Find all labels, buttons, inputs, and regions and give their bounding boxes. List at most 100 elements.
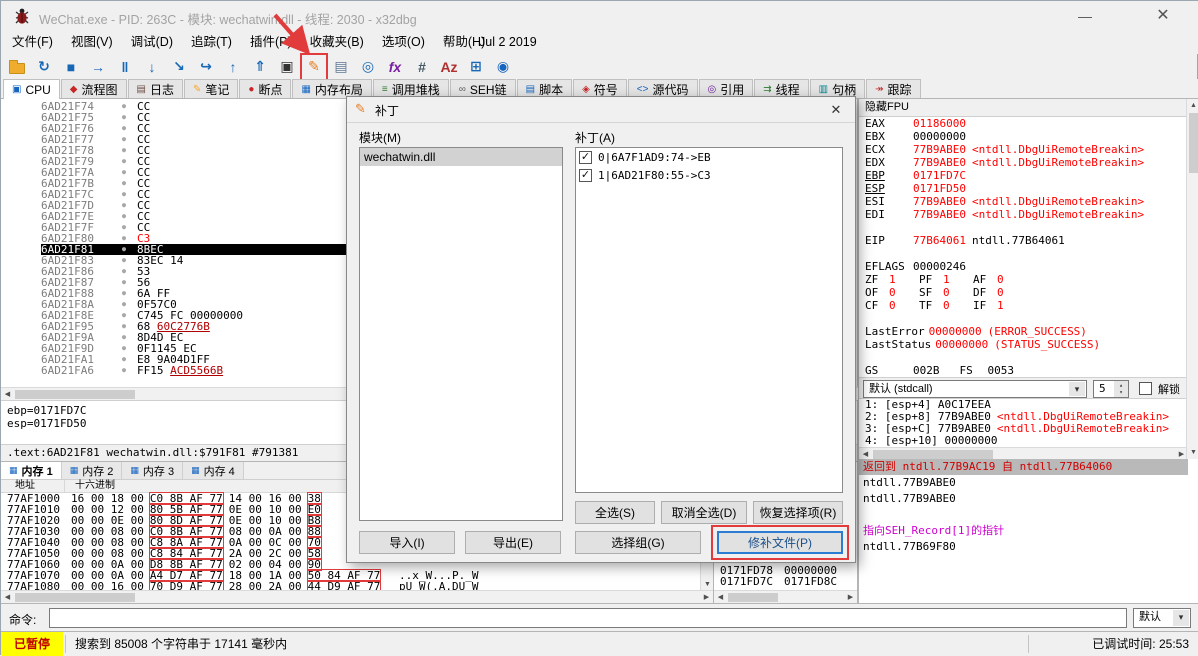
execute-till-return-button[interactable]: ⇑ [248, 55, 272, 79]
internet-button[interactable]: ◉ [491, 55, 515, 79]
log-window-button[interactable]: ▣ [275, 55, 299, 79]
tab-流程图[interactable]: ◆ 流程图 [60, 79, 127, 98]
hide-fpu-bar[interactable]: 隐藏FPU [859, 99, 1198, 117]
menu-item[interactable]: 视图(V) [62, 31, 122, 54]
stack-info-line[interactable]: ntdll.77B69F80 [859, 539, 1188, 555]
chevron-down-icon[interactable]: ▾ [1173, 610, 1189, 626]
menu-item[interactable]: 收藏夹(B) [301, 31, 373, 54]
stack-info-line[interactable] [859, 507, 1188, 523]
register-row[interactable] [859, 221, 1188, 234]
menu-item[interactable]: 调试(D) [122, 31, 182, 54]
register-row[interactable] [859, 247, 1188, 260]
register-row[interactable]: LastStatus 00000000 (STATUS_SUCCESS) [859, 338, 1188, 351]
dump-tab-内存 1[interactable]: ▦ 内存 1 [1, 462, 62, 479]
stack-info-line[interactable]: 返回到 ntdll.77B9AC19 自 ntdll.77B64060 [859, 459, 1188, 475]
run-to-user-code-button[interactable]: ↓ [140, 55, 164, 79]
hash-button[interactable]: # [410, 55, 434, 79]
scroll-thumb[interactable] [1189, 113, 1198, 173]
scroll-thumb[interactable] [15, 390, 135, 399]
register-row[interactable]: EBX 00000000 [859, 130, 1188, 143]
tab-笔记[interactable]: ✎ 笔记 [183, 79, 239, 98]
register-row[interactable] [859, 351, 1188, 364]
register-row[interactable]: EDI 77B9ABE0 <ntdll.DbgUiRemoteBreakin> [859, 208, 1188, 221]
menu-item[interactable]: 插件(P) [241, 31, 301, 54]
select-all-button[interactable]: 全选(S) [575, 501, 655, 524]
patch-item[interactable]: ✓ 0|6A7F1AD9:74->EB [576, 148, 842, 166]
run-button[interactable]: → [86, 55, 110, 79]
menu-item[interactable]: 选项(O) [373, 31, 434, 54]
import-button[interactable]: 导入(I) [359, 531, 455, 554]
stack-info-line[interactable]: 指向SEH_Record[1]的指针 [859, 523, 1188, 539]
scroll-thumb[interactable] [873, 450, 993, 459]
command-profile-combo[interactable]: 默认 ▾ [1133, 608, 1191, 628]
module-item[interactable]: wechatwin.dll [360, 148, 562, 166]
step-into-button[interactable]: ↘ [167, 55, 191, 79]
register-row[interactable]: EAX 01186000 [859, 117, 1188, 130]
register-row[interactable]: EFLAGS 00000246 [859, 260, 1188, 273]
stack-hscrollbar[interactable]: ◀ ▶ [714, 590, 857, 603]
functions-button[interactable]: fx [383, 55, 407, 79]
register-row[interactable]: OF 0 SF 0 DF 0 [859, 286, 1188, 299]
stop-button[interactable]: ■ [59, 55, 83, 79]
command-input[interactable] [49, 608, 1127, 628]
stack-info-line[interactable]: ntdll.77B9ABE0 [859, 491, 1188, 507]
register-row[interactable] [859, 312, 1188, 325]
register-row[interactable]: EBP 0171FD7C [859, 169, 1188, 182]
register-row[interactable]: ZF 1 PF 1 AF 0 [859, 273, 1188, 286]
register-row[interactable]: CF 0 TF 0 IF 1 [859, 299, 1188, 312]
compass-button[interactable]: ◎ [356, 55, 380, 79]
spinner-arrows-icon[interactable]: ▴ ▾ [1114, 381, 1128, 397]
dump-tab-内存 4[interactable]: ▦ 内存 4 [183, 462, 244, 479]
patch-dialog-titlebar[interactable]: ✎ 补丁 ✕ [347, 97, 855, 123]
step-over-button[interactable]: ↪ [194, 55, 218, 79]
tab-断点[interactable]: ● 断点 [239, 79, 292, 98]
patch-checkbox[interactable]: ✓ [579, 150, 592, 164]
open-file-button[interactable] [5, 55, 29, 79]
dump-tab-内存 2[interactable]: ▦ 内存 2 [61, 462, 123, 479]
register-row[interactable]: ESI 77B9ABE0 <ntdll.DbgUiRemoteBreakin> [859, 195, 1188, 208]
deselect-all-button[interactable]: 取消全选(D) [661, 501, 747, 524]
pause-button[interactable]: ‖ [113, 55, 137, 79]
register-row[interactable]: EDX 77B9ABE0 <ntdll.DbgUiRemoteBreakin> [859, 156, 1188, 169]
memory-window-button[interactable]: ⊞ [464, 55, 488, 79]
unlock-checkbox[interactable] [1139, 382, 1152, 395]
scroll-down-icon[interactable]: ▼ [1187, 446, 1198, 459]
restart-button[interactable]: ↻ [32, 55, 56, 79]
close-button[interactable]: ✕ [1141, 1, 1185, 31]
patch-file-button[interactable]: 修补文件(P) [717, 531, 843, 554]
patch-checkbox[interactable]: ✓ [579, 168, 592, 182]
chevron-down-icon[interactable]: ▾ [1069, 382, 1085, 396]
patches-button[interactable]: ✎ [300, 52, 328, 81]
scroll-thumb[interactable] [15, 593, 135, 602]
strings-button[interactable]: Az [437, 55, 461, 79]
tab-跟踪[interactable]: ↠ 跟踪 [866, 79, 921, 98]
restore-selected-button[interactable]: 恢复选择项(R) [753, 501, 843, 524]
menu-item[interactable]: 文件(F) [3, 31, 62, 54]
pick-groups-button[interactable]: 选择组(G) [575, 531, 701, 554]
stack-row[interactable]: 0171FD7C 0171FD8C [714, 576, 857, 587]
menu-item[interactable]: 追踪(T) [182, 31, 241, 54]
register-row[interactable]: ESP 0171FD50 [859, 182, 1188, 195]
step-out-button[interactable]: ↑ [221, 55, 245, 79]
export-button[interactable]: 导出(E) [465, 531, 561, 554]
arg-count-spinner[interactable]: 5 ▴ ▾ [1093, 380, 1129, 398]
register-row[interactable]: LastError 00000000 (ERROR_SUCCESS) [859, 325, 1188, 338]
register-row[interactable]: EIP 77B64061 ntdll.77B64061 [859, 234, 1188, 247]
argument-row[interactable]: 4: [esp+10] 00000000 [859, 435, 1188, 447]
register-row[interactable]: GS 002B FS 0053 [859, 364, 1188, 377]
dump-hscrollbar[interactable]: ◀ ▶ [1, 590, 713, 603]
favourites-button[interactable]: ▤ [329, 55, 353, 79]
tab-日志[interactable]: ▤ 日志 [127, 79, 183, 98]
hide-fpu-label: 隐藏FPU [865, 101, 909, 113]
minimize-button[interactable]: — [1063, 1, 1107, 31]
dump-tab-内存 3[interactable]: ▦ 内存 3 [122, 462, 184, 479]
tab-CPU[interactable]: ▣ CPU [3, 79, 60, 99]
patch-item[interactable]: ✓ 1|6AD21F80:55->C3 [576, 166, 842, 184]
registers-vscrollbar[interactable]: ▲ ▼ [1186, 99, 1198, 459]
patch-dialog-close-button[interactable]: ✕ [823, 100, 849, 120]
calling-convention-combo[interactable]: 默认 (stdcall) ▾ [863, 380, 1087, 398]
stack-info-line[interactable]: ntdll.77B9ABE0 [859, 475, 1188, 491]
register-row[interactable]: ECX 77B9ABE0 <ntdll.DbgUiRemoteBreakin> [859, 143, 1188, 156]
scroll-up-icon[interactable]: ▲ [1187, 99, 1198, 112]
scroll-thumb[interactable] [728, 593, 778, 602]
